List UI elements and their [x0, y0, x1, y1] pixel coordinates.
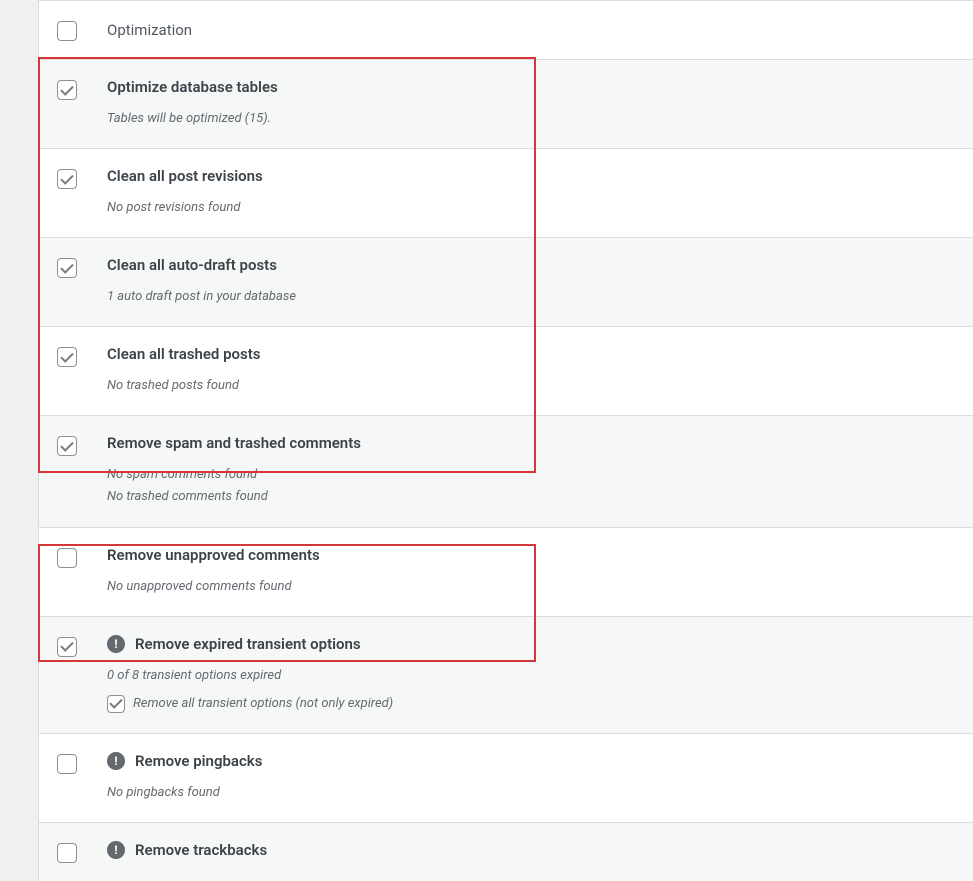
- row-remove-spam-trashed-comments: Remove spam and trashed comments No spam…: [39, 416, 973, 527]
- select-all-checkbox[interactable]: [57, 21, 77, 41]
- row-desc: 0 of 8 transient options expired: [107, 665, 953, 687]
- row-checkbox[interactable]: [57, 843, 77, 863]
- header-title: Optimization: [107, 21, 953, 39]
- row-checkbox[interactable]: [57, 637, 77, 657]
- row-title: Remove expired transient options: [135, 635, 361, 653]
- row-remove-expired-transients: ! Remove expired transient options 0 of …: [39, 617, 973, 734]
- row-remove-pingbacks: ! Remove pingbacks No pingbacks found: [39, 734, 973, 823]
- info-icon: !: [107, 635, 125, 653]
- row-clean-post-revisions: Clean all post revisions No post revisio…: [39, 149, 973, 238]
- row-desc: No trashed posts found: [107, 375, 953, 397]
- row-checkbox[interactable]: [57, 754, 77, 774]
- row-desc: No trashed comments found: [107, 486, 953, 508]
- row-desc: Tables will be optimized (15).: [107, 108, 953, 130]
- row-clean-trashed-posts: Clean all trashed posts No trashed posts…: [39, 327, 973, 416]
- row-checkbox[interactable]: [57, 169, 77, 189]
- subcheck-remove-all-transients[interactable]: [107, 695, 125, 713]
- row-title: Optimize database tables: [107, 78, 278, 96]
- row-remove-trackbacks: ! Remove trackbacks: [39, 823, 973, 881]
- row-desc: No post revisions found: [107, 197, 953, 219]
- row-checkbox[interactable]: [57, 548, 77, 568]
- row-title: Remove unapproved comments: [107, 546, 320, 564]
- row-title: Clean all post revisions: [107, 167, 263, 185]
- row-title: Remove pingbacks: [135, 752, 262, 770]
- row-desc: No unapproved comments found: [107, 576, 953, 598]
- row-desc: No spam comments found: [107, 464, 953, 486]
- row-title: Remove trackbacks: [135, 841, 267, 859]
- row-checkbox[interactable]: [57, 436, 77, 456]
- row-checkbox[interactable]: [57, 347, 77, 367]
- info-icon: !: [107, 841, 125, 859]
- header-row: Optimization: [39, 1, 973, 60]
- row-desc: No pingbacks found: [107, 782, 953, 804]
- row-checkbox[interactable]: [57, 258, 77, 278]
- row-desc: 1 auto draft post in your database: [107, 286, 953, 308]
- row-checkbox[interactable]: [57, 80, 77, 100]
- row-title: Remove spam and trashed comments: [107, 434, 361, 452]
- row-title: Clean all trashed posts: [107, 345, 260, 363]
- row-remove-unapproved-comments: Remove unapproved comments No unapproved…: [39, 528, 973, 617]
- row-title: Clean all auto-draft posts: [107, 256, 277, 274]
- row-optimize-database-tables: Optimize database tables Tables will be …: [39, 60, 973, 149]
- subcheck-label: Remove all transient options (not only e…: [133, 693, 393, 715]
- row-clean-auto-draft-posts: Clean all auto-draft posts 1 auto draft …: [39, 238, 973, 327]
- optimization-table: Optimization Optimize database tables Ta…: [38, 0, 973, 881]
- info-icon: !: [107, 752, 125, 770]
